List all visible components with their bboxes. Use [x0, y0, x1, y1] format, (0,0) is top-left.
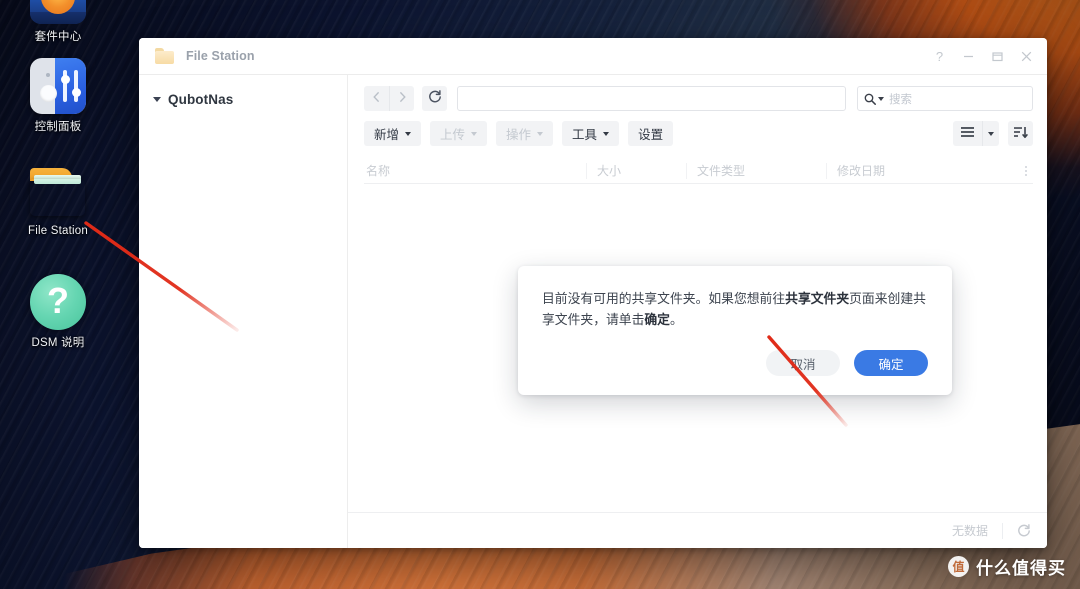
shared-folder-dialog: 目前没有可用的共享文件夹。如果您想前往共享文件夹页面来创建共享文件夹，请单击确定…: [518, 266, 952, 395]
file-station-folder-icon: [28, 166, 88, 218]
desktop-icon-control-panel[interactable]: 控制面板: [2, 58, 114, 134]
dialog-message-part1: 目前没有可用的共享文件夹。如果您想前往: [542, 291, 786, 306]
control-panel-icon: [30, 58, 86, 114]
package-center-icon: [30, 0, 86, 24]
desktop-icon-label: DSM 说明: [31, 337, 85, 349]
cancel-button[interactable]: 取消: [766, 350, 840, 376]
modal-overlay: 目前没有可用的共享文件夹。如果您想前往共享文件夹页面来创建共享文件夹，请单击确定…: [139, 38, 1047, 548]
desktop-icon-file-station[interactable]: File Station: [2, 166, 114, 238]
dialog-message-part4: 。: [669, 312, 683, 327]
confirm-button[interactable]: 确定: [854, 350, 928, 376]
help-question-icon: ?: [30, 274, 86, 330]
dialog-message: 目前没有可用的共享文件夹。如果您想前往共享文件夹页面来创建共享文件夹，请单击确定…: [542, 288, 928, 330]
dialog-message-bold-shared-folder: 共享文件夹: [785, 291, 850, 306]
desktop-icon-label: 控制面板: [34, 121, 82, 133]
dialog-message-part3: 件夹，请单击: [567, 312, 645, 327]
dialog-message-bold-confirm: 确定: [644, 312, 670, 327]
dialog-button-row: 取消 确定: [542, 350, 928, 395]
desktop-icon-label: 套件中心: [34, 31, 82, 43]
desktop: 套件中心 控制面板 File Station ? DSM 说明 File Sta…: [0, 0, 1080, 589]
file-station-window: File Station ? QubotNas 搜索 新增 上传 操作 工具 设…: [139, 38, 1047, 548]
desktop-icon-dsm-help[interactable]: ? DSM 说明: [2, 274, 114, 350]
desktop-icon-label: File Station: [28, 225, 88, 237]
desktop-icon-package-center[interactable]: 套件中心: [2, 0, 114, 44]
